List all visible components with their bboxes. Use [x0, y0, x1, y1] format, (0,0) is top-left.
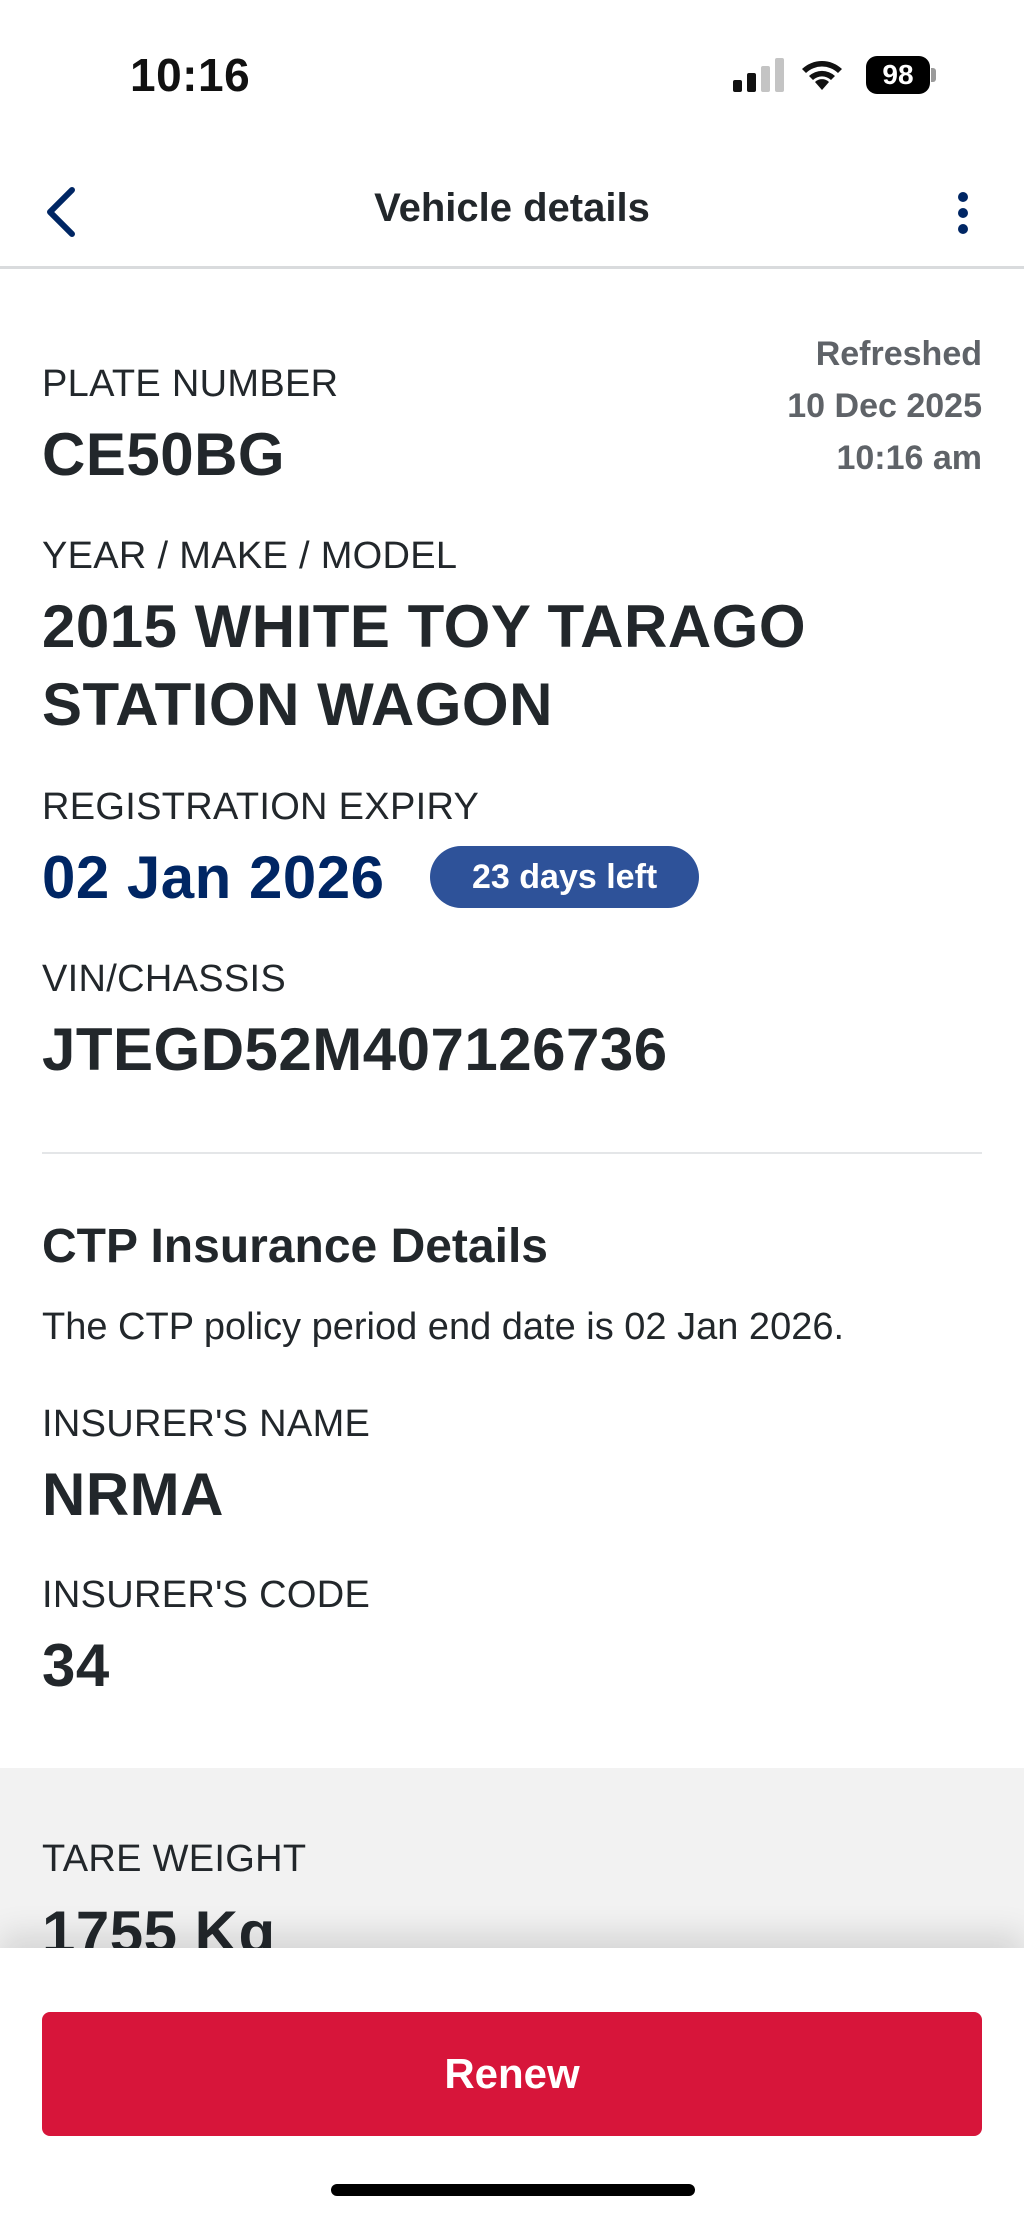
year-make-model-line2: STATION WAGON — [42, 671, 553, 738]
cellular-signal-icon — [733, 58, 784, 92]
refreshed-date: 10 Dec 2025 — [787, 387, 982, 425]
registration-expiry-label: REGISTRATION EXPIRY — [42, 786, 480, 828]
insurer-name-value: NRMA — [42, 1461, 224, 1528]
plate-number-value: CE50BG — [42, 421, 286, 488]
page-title: Vehicle details — [374, 186, 650, 230]
more-options-icon[interactable] — [942, 180, 982, 244]
ctp-description: The CTP policy period end date is 02 Jan… — [42, 1306, 845, 1348]
insurer-code-label: INSURER'S CODE — [42, 1574, 371, 1616]
renew-button[interactable]: Renew — [42, 2012, 982, 2136]
vin-label: VIN/CHASSIS — [42, 958, 287, 1000]
status-time: 10:16 — [130, 49, 251, 101]
plate-number-label: PLATE NUMBER — [42, 363, 339, 405]
insurer-name-label: INSURER'S NAME — [42, 1403, 371, 1445]
year-make-model-label: YEAR / MAKE / MODEL — [42, 535, 458, 577]
refreshed-time: 10:16 am — [836, 439, 982, 477]
registration-expiry-value: 02 Jan 2026 — [42, 844, 385, 911]
tare-weight-section: TARE WEIGHT 1755 Kg — [0, 1768, 1024, 1948]
vehicle-details-screen: 10:16 98 Vehicle details Refreshed 10 De… — [0, 0, 1024, 2220]
tare-weight-label: TARE WEIGHT — [42, 1838, 307, 1880]
tare-weight-value: 1755 Kg — [42, 1899, 276, 1948]
refreshed-info: Refreshed 10 Dec 2025 10:16 am — [787, 328, 982, 484]
days-left-badge: 23 days left — [430, 846, 700, 908]
refreshed-label: Refreshed — [815, 335, 982, 373]
battery-icon: 98 — [866, 56, 936, 94]
vin-value: JTEGD52M407126736 — [42, 1016, 668, 1083]
wifi-icon — [802, 61, 842, 90]
year-make-model-line1: 2015 WHITE TOY TARAGO — [42, 593, 806, 660]
status-bar: 10:16 98 — [0, 0, 1024, 150]
insurer-code-value: 34 — [42, 1632, 110, 1699]
home-indicator[interactable] — [331, 2184, 695, 2196]
footer-bar: Renew — [0, 1948, 1024, 2220]
battery-level: 98 — [866, 56, 930, 94]
ctp-section-title: CTP Insurance Details — [42, 1220, 548, 1273]
section-divider — [42, 1152, 982, 1154]
app-header: Vehicle details — [0, 160, 1024, 269]
